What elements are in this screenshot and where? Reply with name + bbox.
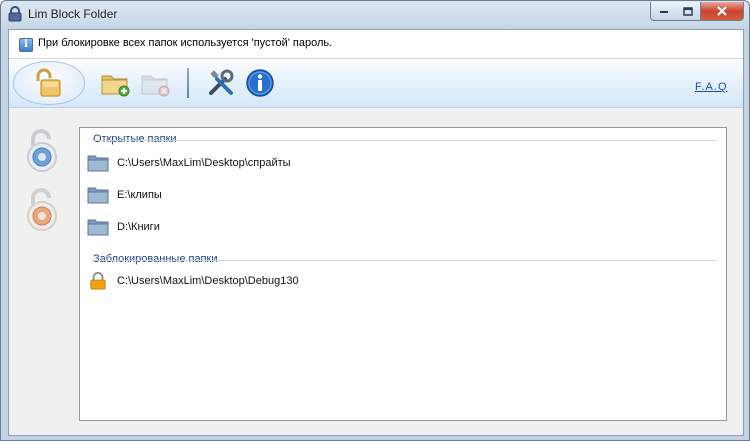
group-divider: [92, 260, 716, 261]
window-title: Lim Block Folder: [28, 7, 118, 21]
folder-add-icon[interactable]: [99, 67, 131, 99]
lock-toggle-button[interactable]: [13, 61, 85, 105]
close-button[interactable]: [701, 2, 744, 21]
folder-icon: [87, 219, 109, 236]
lock-selected-icon[interactable]: [24, 185, 60, 233]
client-area: i При блокировке всех папок используется…: [8, 29, 744, 436]
info-circle-icon[interactable]: [244, 67, 276, 99]
group-divider: [92, 140, 716, 141]
list-item[interactable]: D:\Книги: [87, 217, 160, 237]
minimize-button[interactable]: [650, 2, 677, 21]
maximize-icon: [683, 6, 693, 16]
unlocked-padlock-icon: [36, 68, 61, 97]
group-label-locked: Заблокированные папки: [93, 253, 224, 265]
open-folders-group: Открытые папки: [86, 133, 716, 146]
folder-icon: [87, 155, 109, 172]
info-icon: i: [19, 38, 33, 52]
folder-path: C:\Users\MaxLim\Desktop\Debug130: [117, 275, 299, 287]
title-bar[interactable]: Lim Block Folder: [1, 1, 749, 29]
app-padlock-icon: [8, 6, 22, 22]
group-label-open: Открытые папки: [93, 133, 183, 145]
list-item[interactable]: E:\клипы: [87, 185, 162, 205]
unlock-selected-icon[interactable]: [24, 126, 60, 174]
folder-path: E:\клипы: [117, 189, 162, 201]
toolbar-separator: [187, 68, 189, 98]
tools-icon[interactable]: [205, 67, 237, 99]
info-bar: i При блокировке всех папок используется…: [9, 30, 743, 59]
list-item[interactable]: C:\Users\MaxLim\Desktop\Debug130: [87, 271, 299, 291]
faq-link[interactable]: F.A.Q: [695, 81, 728, 93]
maximize-button[interactable]: [676, 2, 701, 21]
app-window: Lim Block Folder i При блокировке всех п…: [0, 0, 750, 441]
list-item[interactable]: C:\Users\MaxLim\Desktop\спрайты: [87, 153, 291, 173]
folder-path: D:\Книги: [117, 221, 160, 233]
info-message: При блокировке всех папок используется '…: [38, 37, 333, 49]
folder-remove-icon[interactable]: [139, 67, 171, 99]
folder-path: C:\Users\MaxLim\Desktop\спрайты: [117, 157, 291, 169]
toolbar: F.A.Q: [9, 59, 743, 108]
close-icon: [717, 6, 727, 16]
minimize-icon: [659, 11, 668, 13]
folder-list-panel: Открытые папки C:\Users\MaxLim\Desktop\с…: [79, 127, 727, 421]
locked-folders-group: Заблокированные папки: [86, 253, 716, 266]
padlock-icon: [90, 272, 106, 290]
folder-icon: [87, 187, 109, 204]
